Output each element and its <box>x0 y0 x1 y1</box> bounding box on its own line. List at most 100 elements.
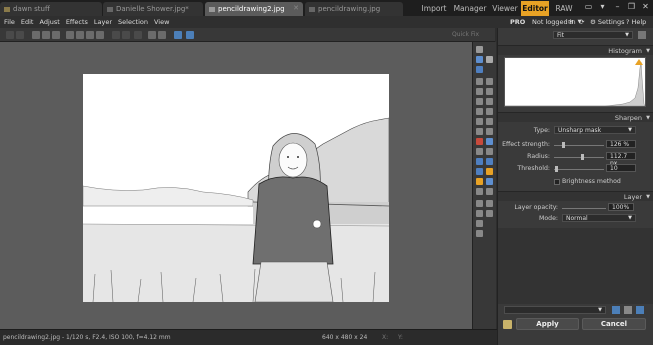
selection-icon[interactable] <box>148 31 156 39</box>
zoom-select[interactable]: Fit ▼ <box>553 31 633 39</box>
brush-icon[interactable] <box>476 108 483 115</box>
print-icon[interactable] <box>52 31 60 39</box>
rotate-left-icon[interactable] <box>112 31 120 39</box>
lasso-icon[interactable] <box>476 88 483 95</box>
settings-button[interactable]: ⚙ Settings <box>590 16 625 28</box>
tab-pencildrawing[interactable]: pencildrawing.jpg <box>305 2 403 16</box>
cancel-button[interactable]: Cancel <box>582 318 646 330</box>
tab-pencildrawing2[interactable]: pencildrawing2.jpg ✕ <box>205 2 303 16</box>
magnifier-icon[interactable] <box>486 56 493 63</box>
threshold-field[interactable]: 10 <box>606 164 636 172</box>
quick-fix-label[interactable]: Quick Fix <box>452 31 479 38</box>
watermark-icon[interactable] <box>476 230 483 237</box>
close-tab-icon[interactable]: ✕ <box>293 4 299 12</box>
tab-danielle-shower[interactable]: Danielle Shower.jpg* <box>103 2 203 16</box>
fill-icon[interactable] <box>486 158 493 165</box>
compare-icon[interactable] <box>186 31 194 39</box>
tab-dawn-stuff[interactable]: dawn stuff <box>0 2 102 16</box>
save-as-icon[interactable] <box>42 31 50 39</box>
close-window-icon[interactable]: ✕ <box>640 2 651 12</box>
sharpen-header[interactable]: Sharpen ▼ <box>498 112 653 122</box>
mode-viewer[interactable]: Viewer <box>490 1 520 16</box>
menu-effects[interactable]: Effects <box>66 18 88 26</box>
frame-icon[interactable] <box>476 220 483 227</box>
opacity-slider[interactable] <box>562 208 606 209</box>
image-canvas[interactable] <box>0 42 472 329</box>
chevron-down-icon[interactable]: ▾ <box>597 2 608 12</box>
account-icon[interactable] <box>503 320 512 329</box>
clipping-warning-icon[interactable] <box>635 59 643 65</box>
paste-icon[interactable] <box>76 31 84 39</box>
mode-editor[interactable]: Editor <box>521 1 549 16</box>
pipette-icon[interactable] <box>476 178 483 185</box>
save-icon[interactable] <box>32 31 40 39</box>
flatten-icon[interactable] <box>486 210 493 217</box>
threshold-slider[interactable] <box>554 169 604 170</box>
sharpen-type-select[interactable]: Unsharp mask ▼ <box>554 126 636 134</box>
picture-icon[interactable] <box>476 56 483 63</box>
gradient-icon[interactable] <box>476 158 483 165</box>
magic-wand-icon[interactable] <box>486 88 493 95</box>
delete-preset-icon[interactable] <box>624 306 632 314</box>
menu-adjust[interactable]: Adjust <box>39 18 59 26</box>
view-mode-icon[interactable] <box>174 31 182 39</box>
strength-field[interactable]: 126 % <box>606 140 636 148</box>
cut-icon[interactable] <box>86 31 94 39</box>
radius-slider-knob[interactable] <box>580 154 584 160</box>
hand-icon[interactable] <box>476 66 483 73</box>
menu-selection[interactable]: Selection <box>118 18 148 26</box>
pencil-icon[interactable] <box>486 128 493 135</box>
mode-import[interactable]: Import <box>418 1 450 16</box>
restore-icon[interactable]: ❐ <box>626 2 637 12</box>
fullscreen-icon[interactable] <box>638 31 646 39</box>
straighten-icon[interactable] <box>486 98 493 105</box>
color-replace-icon[interactable] <box>486 178 493 185</box>
crop-icon[interactable] <box>96 31 104 39</box>
adjust-layer-icon[interactable] <box>486 200 493 207</box>
crop-tool-icon[interactable] <box>476 98 483 105</box>
mode-manager[interactable]: Manager <box>450 1 490 16</box>
preset-select[interactable]: ▼ <box>504 306 606 314</box>
mode-raw[interactable]: RAW <box>552 1 576 16</box>
login-status[interactable]: Not logged in ▼ <box>532 16 581 28</box>
redo-icon[interactable] <box>16 31 24 39</box>
sharpen-icon[interactable] <box>486 148 493 155</box>
help-button[interactable]: ? Help <box>626 16 646 28</box>
eraser-icon[interactable] <box>486 108 493 115</box>
select-rect-icon[interactable] <box>476 78 483 85</box>
apply-button[interactable]: Apply <box>516 318 579 330</box>
shape-icon[interactable] <box>486 168 493 175</box>
paint-icon[interactable] <box>476 46 483 53</box>
sync-icon[interactable]: ⟳ <box>579 16 584 28</box>
transform-icon[interactable] <box>158 31 166 39</box>
menu-layer[interactable]: Layer <box>94 18 112 26</box>
radius-field[interactable]: 112.7 px <box>606 152 636 167</box>
minimize-icon[interactable]: – <box>612 2 623 12</box>
radius-slider[interactable] <box>554 157 604 158</box>
copy-icon[interactable] <box>66 31 74 39</box>
notifications-icon[interactable]: ✉ <box>568 16 573 28</box>
strength-slider-knob[interactable] <box>561 142 565 148</box>
undo-icon[interactable] <box>6 31 14 39</box>
flip-icon[interactable] <box>134 31 142 39</box>
threshold-slider-knob[interactable] <box>554 166 558 172</box>
merge-icon[interactable] <box>476 210 483 217</box>
layer-copy-icon[interactable] <box>486 188 493 195</box>
blend-mode-select[interactable]: Normal ▼ <box>562 214 636 222</box>
mask-icon[interactable] <box>476 200 483 207</box>
brightness-checkbox[interactable] <box>554 179 560 185</box>
opacity-field[interactable]: 100% <box>608 203 634 211</box>
heal-icon[interactable] <box>486 118 493 125</box>
menu-edit[interactable]: Edit <box>21 18 34 26</box>
text-icon[interactable] <box>476 168 483 175</box>
screen-icon[interactable]: ▭ <box>583 2 594 12</box>
pen-icon[interactable] <box>476 128 483 135</box>
red-eye-icon[interactable] <box>476 138 483 145</box>
clone-icon[interactable] <box>476 118 483 125</box>
menu-view[interactable]: View <box>154 18 169 26</box>
menu-file[interactable]: File <box>4 18 15 26</box>
preset-menu-icon[interactable] <box>636 306 644 314</box>
select-ellipse-icon[interactable] <box>486 78 493 85</box>
layer-header[interactable]: Layer ▼ <box>498 191 653 201</box>
blur-icon[interactable] <box>476 148 483 155</box>
